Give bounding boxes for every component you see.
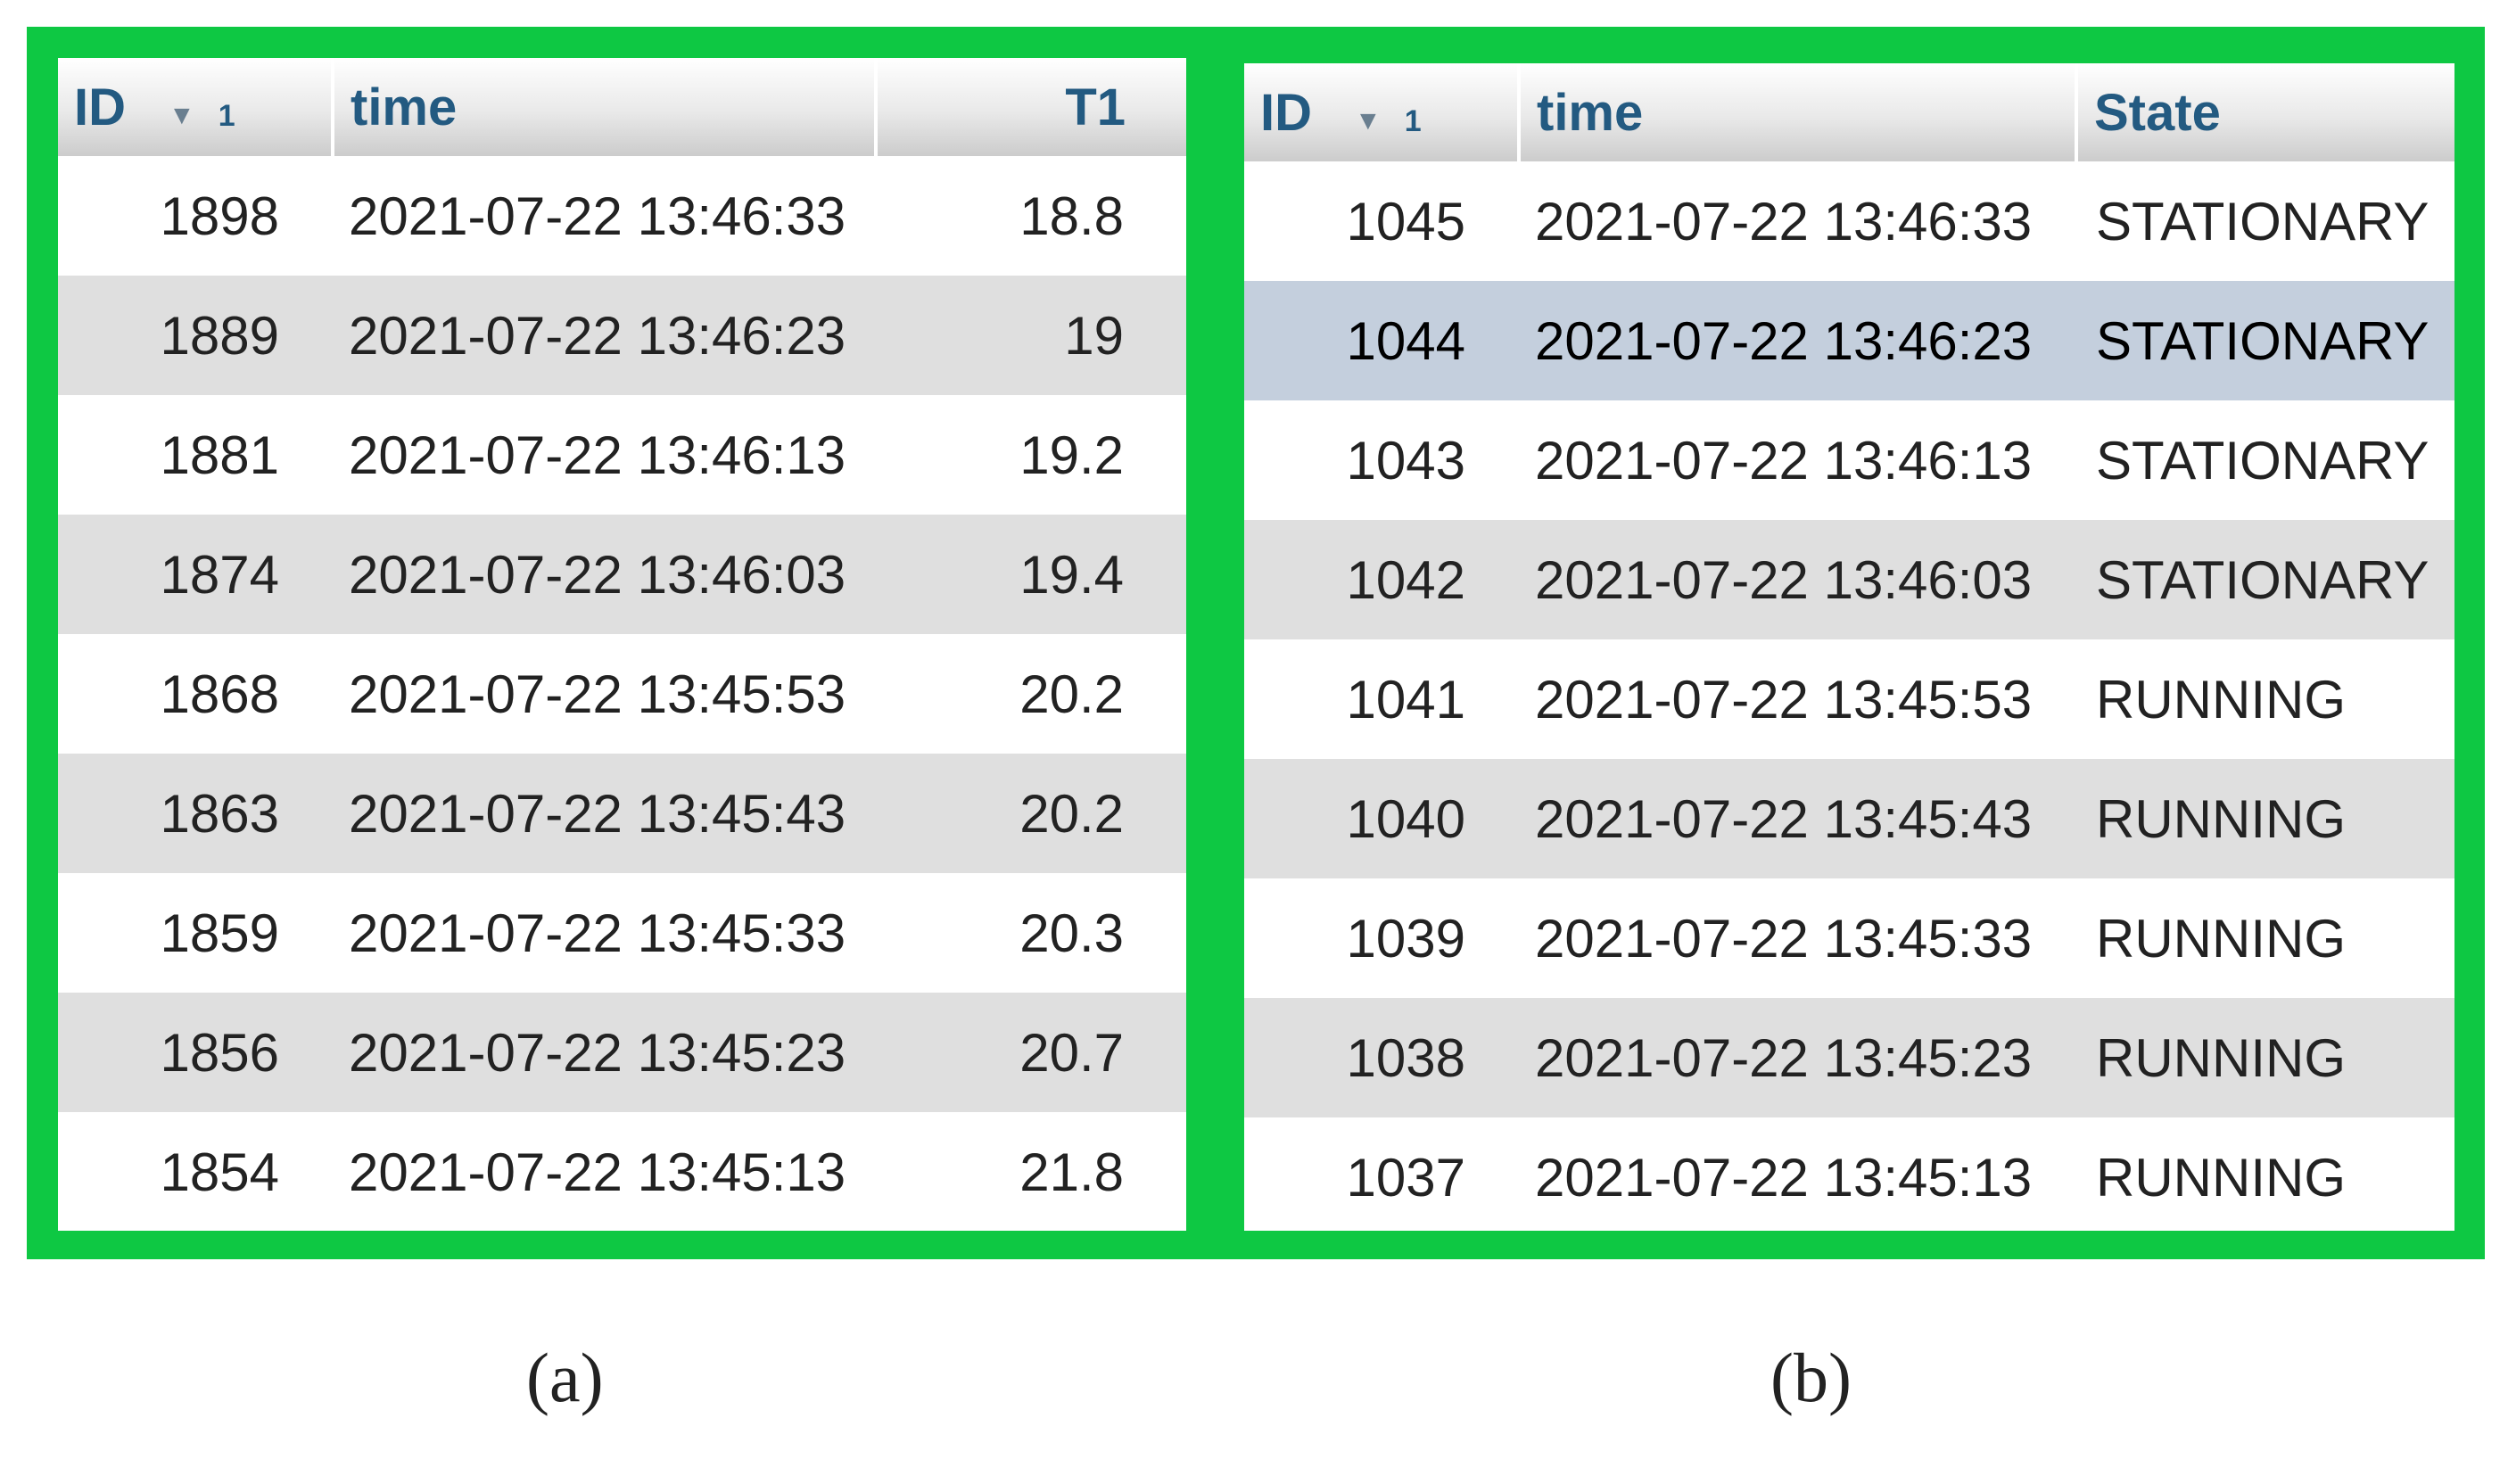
sort-order-number: 1 bbox=[1404, 103, 1422, 138]
column-header-id[interactable]: ID ▼ 1 bbox=[58, 58, 334, 156]
table-row[interactable]: 1042 2021-07-22 13:46:03 STATIONARY bbox=[1244, 520, 2454, 639]
column-header-id[interactable]: ID ▼ 1 bbox=[1244, 63, 1521, 161]
cell-time: 2021-07-22 13:46:03 bbox=[333, 515, 876, 634]
table-body: 1045 2021-07-22 13:46:33 STATIONARY 1044 202… bbox=[1244, 161, 2454, 1231]
column-header-id-label: ID bbox=[1260, 83, 1312, 142]
cell-id: 1045 bbox=[1244, 161, 1519, 281]
cell-id: 1863 bbox=[58, 754, 333, 873]
cell-time: 2021-07-22 13:45:43 bbox=[333, 754, 876, 873]
cell-state: STATIONARY bbox=[2076, 161, 2454, 281]
cell-time: 2021-07-22 13:45:23 bbox=[333, 993, 876, 1112]
cell-state: RUNNING bbox=[2076, 639, 2454, 759]
table-row[interactable]: 1044 2021-07-22 13:46:23 STATIONARY bbox=[1244, 281, 2454, 400]
cell-id: 1039 bbox=[1244, 878, 1519, 998]
cell-t1: 19.4 bbox=[876, 515, 1186, 634]
table-row[interactable]: 1874 2021-07-22 13:46:03 19.4 bbox=[58, 515, 1186, 634]
column-header-id-label: ID bbox=[74, 78, 126, 136]
cell-id: 1043 bbox=[1244, 400, 1519, 520]
cell-state: RUNNING bbox=[2076, 1117, 2454, 1231]
table-row[interactable]: 1045 2021-07-22 13:46:33 STATIONARY bbox=[1244, 161, 2454, 281]
cell-state: STATIONARY bbox=[2076, 400, 2454, 520]
cell-time: 2021-07-22 13:46:33 bbox=[1519, 161, 2076, 281]
table-row[interactable]: 1863 2021-07-22 13:45:43 20.2 bbox=[58, 754, 1186, 873]
column-header-time[interactable]: time bbox=[333, 58, 878, 156]
cell-time: 2021-07-22 13:46:13 bbox=[1519, 400, 2076, 520]
table-row[interactable]: 1881 2021-07-22 13:46:13 19.2 bbox=[58, 395, 1186, 515]
cell-time: 2021-07-22 13:45:53 bbox=[1519, 639, 2076, 759]
cell-state: STATIONARY bbox=[2076, 281, 2454, 400]
table-header-row: ID ▼ 1 time T1 bbox=[58, 58, 1186, 156]
cell-id: 1044 bbox=[1244, 281, 1519, 400]
table-row[interactable]: 1898 2021-07-22 13:46:33 18.8 bbox=[58, 156, 1186, 276]
table-row[interactable]: 1854 2021-07-22 13:45:13 21.8 bbox=[58, 1112, 1186, 1231]
caption-a: (a) bbox=[526, 1339, 604, 1416]
column-header-time[interactable]: time bbox=[1519, 63, 2078, 161]
sort-descending-icon[interactable]: ▼ bbox=[1355, 106, 1382, 136]
table-row[interactable]: 1037 2021-07-22 13:45:13 RUNNING bbox=[1244, 1117, 2454, 1231]
cell-time: 2021-07-22 13:45:43 bbox=[1519, 759, 2076, 878]
cell-id: 1040 bbox=[1244, 759, 1519, 878]
cell-time: 2021-07-22 13:46:13 bbox=[333, 395, 876, 515]
cell-t1: 20.2 bbox=[876, 634, 1186, 754]
cell-t1: 19.2 bbox=[876, 395, 1186, 515]
table-row[interactable]: 1040 2021-07-22 13:45:43 RUNNING bbox=[1244, 759, 2454, 878]
cell-id: 1042 bbox=[1244, 520, 1519, 639]
cell-time: 2021-07-22 13:45:33 bbox=[1519, 878, 2076, 998]
cell-time: 2021-07-22 13:45:53 bbox=[333, 634, 876, 754]
table-row[interactable]: 1043 2021-07-22 13:46:13 STATIONARY bbox=[1244, 400, 2454, 520]
cell-id: 1874 bbox=[58, 515, 333, 634]
table-row[interactable]: 1041 2021-07-22 13:45:53 RUNNING bbox=[1244, 639, 2454, 759]
cell-time: 2021-07-22 13:45:13 bbox=[333, 1112, 876, 1231]
cell-time: 2021-07-22 13:46:33 bbox=[333, 156, 876, 276]
column-header-t1[interactable]: T1 bbox=[876, 58, 1186, 156]
sort-descending-icon[interactable]: ▼ bbox=[169, 101, 195, 131]
cell-t1: 19 bbox=[876, 276, 1186, 395]
table-header-row: ID ▼ 1 time State bbox=[1244, 63, 2454, 161]
table-body: 1898 2021-07-22 13:46:33 18.8 1889 2021-07-2… bbox=[58, 156, 1186, 1231]
table-row[interactable]: 1889 2021-07-22 13:46:23 19 bbox=[58, 276, 1186, 395]
state-table: ID ▼ 1 time State 1045 2021-07-22 13:46:33 S… bbox=[1244, 63, 2454, 1231]
cell-id: 1889 bbox=[58, 276, 333, 395]
table-row[interactable]: 1856 2021-07-22 13:45:23 20.7 bbox=[58, 993, 1186, 1112]
cell-t1: 20.2 bbox=[876, 754, 1186, 873]
cell-id: 1041 bbox=[1244, 639, 1519, 759]
cell-t1: 20.7 bbox=[876, 993, 1186, 1112]
cell-time: 2021-07-22 13:46:03 bbox=[1519, 520, 2076, 639]
cell-state: RUNNING bbox=[2076, 998, 2454, 1117]
cell-state: RUNNING bbox=[2076, 759, 2454, 878]
table-panel-b: ID ▼ 1 time State 1045 2021-07-22 13:46:33 S… bbox=[1244, 63, 2454, 1231]
sort-order-number: 1 bbox=[218, 98, 235, 133]
cell-time: 2021-07-22 13:45:33 bbox=[333, 873, 876, 993]
cell-id: 1859 bbox=[58, 873, 333, 993]
cell-id: 1037 bbox=[1244, 1117, 1519, 1231]
table-panel-a: ID ▼ 1 time T1 1898 2021-07-22 13:46:33 18.8… bbox=[58, 58, 1186, 1231]
column-header-state[interactable]: State bbox=[2076, 63, 2454, 161]
cell-id: 1881 bbox=[58, 395, 333, 515]
table-row[interactable]: 1859 2021-07-22 13:45:33 20.3 bbox=[58, 873, 1186, 993]
cell-id: 1038 bbox=[1244, 998, 1519, 1117]
cell-t1: 21.8 bbox=[876, 1112, 1186, 1231]
cell-id: 1854 bbox=[58, 1112, 333, 1231]
temperature-table: ID ▼ 1 time T1 1898 2021-07-22 13:46:33 18.8… bbox=[58, 58, 1186, 1231]
table-row[interactable]: 1868 2021-07-22 13:45:53 20.2 bbox=[58, 634, 1186, 754]
cell-t1: 20.3 bbox=[876, 873, 1186, 993]
cell-time: 2021-07-22 13:45:23 bbox=[1519, 998, 2076, 1117]
cell-state: RUNNING bbox=[2076, 878, 2454, 998]
cell-t1: 18.8 bbox=[876, 156, 1186, 276]
cell-time: 2021-07-22 13:46:23 bbox=[333, 276, 876, 395]
table-row[interactable]: 1038 2021-07-22 13:45:23 RUNNING bbox=[1244, 998, 2454, 1117]
caption-b: (b) bbox=[1770, 1339, 1852, 1416]
cell-id: 1868 bbox=[58, 634, 333, 754]
cell-id: 1856 bbox=[58, 993, 333, 1112]
cell-time: 2021-07-22 13:45:13 bbox=[1519, 1117, 2076, 1231]
cell-time: 2021-07-22 13:46:23 bbox=[1519, 281, 2076, 400]
table-row[interactable]: 1039 2021-07-22 13:45:33 RUNNING bbox=[1244, 878, 2454, 998]
cell-state: STATIONARY bbox=[2076, 520, 2454, 639]
cell-id: 1898 bbox=[58, 156, 333, 276]
